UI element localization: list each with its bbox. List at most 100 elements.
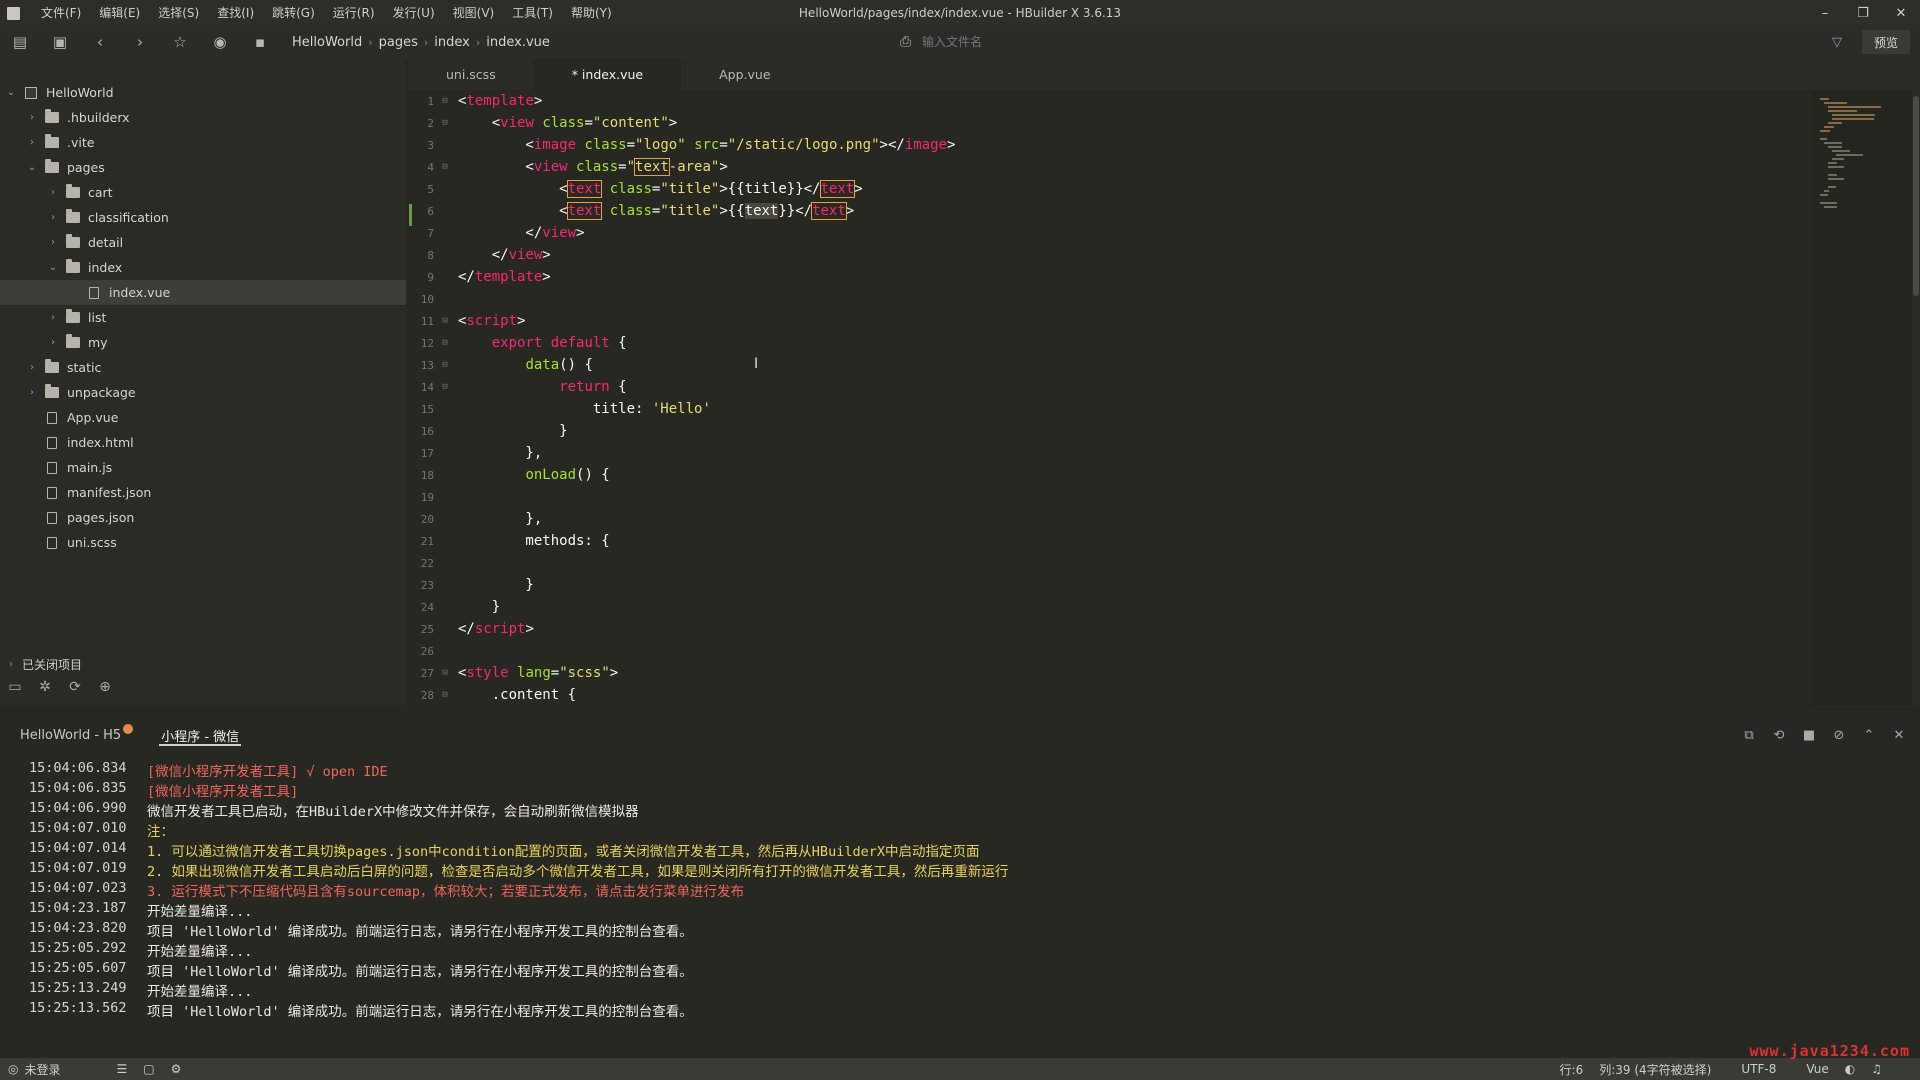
restart-icon[interactable]: ⟲ [1764, 718, 1794, 752]
tree-item[interactable]: main.js [0, 455, 406, 480]
menu-item[interactable]: 帮助(Y) [562, 0, 621, 26]
back-icon[interactable]: ‹ [80, 26, 120, 58]
close-panel-icon[interactable]: ✕ [1884, 718, 1914, 752]
clear-icon[interactable]: ⊘ [1824, 718, 1854, 752]
log-timestamp: 15:25:05.607 [29, 960, 127, 976]
menu-item[interactable]: 文件(F) [32, 0, 90, 26]
fold-icon[interactable]: ⊟ [438, 162, 452, 172]
editor-tab[interactable]: * index.vue [533, 58, 682, 90]
tree-item[interactable]: › list [0, 305, 406, 330]
language-mode[interactable]: Vue [1798, 1062, 1836, 1076]
tree-item[interactable]: › .hbuilderx [0, 105, 406, 130]
tree-item[interactable]: › classification [0, 205, 406, 230]
fold-icon[interactable]: ⊟ [438, 338, 452, 348]
file-search-input[interactable] [922, 35, 1522, 49]
breadcrumb-item[interactable]: HelloWorld [286, 35, 368, 50]
console-tab[interactable]: 小程序 - 微信 [141, 718, 259, 752]
sync-icon[interactable]: ◐ [1837, 1062, 1863, 1076]
close-button[interactable]: ✕ [1882, 0, 1920, 26]
menu-item[interactable]: 跳转(G) [263, 0, 324, 26]
editor-tab[interactable]: App.vue [681, 58, 808, 90]
cursor-row[interactable]: 行:6 [1552, 1061, 1592, 1078]
menu-item[interactable]: 工具(T) [503, 0, 562, 26]
refresh-icon[interactable]: ⟳ [60, 679, 90, 695]
tree-item[interactable]: › cart [0, 180, 406, 205]
code-text: onLoad() { [452, 467, 609, 483]
closed-projects[interactable]: › 已关闭项目 [0, 653, 406, 675]
stop-icon[interactable]: ■ [1794, 718, 1824, 752]
run-icon[interactable]: ◉ [200, 26, 240, 58]
cursor-col[interactable]: 列:39 (4字符被选择) [1591, 1061, 1719, 1078]
tree-item[interactable]: › detail [0, 230, 406, 255]
code-token: " [626, 159, 636, 175]
collapse-icon[interactable]: ⌃ [1854, 718, 1884, 752]
filter-icon[interactable]: ▽ [1822, 26, 1852, 58]
star-icon[interactable]: ☆ [160, 26, 200, 58]
breadcrumb-item[interactable]: index [428, 35, 476, 50]
minimap-line [1820, 202, 1838, 204]
code-token: text [744, 203, 779, 219]
menu-item[interactable]: 查找(I) [208, 0, 263, 26]
preview-button[interactable]: 预览 [1862, 30, 1910, 54]
fold-icon[interactable]: ⊟ [438, 690, 452, 700]
settings-icon[interactable]: ✲ [30, 679, 60, 695]
tree-item[interactable]: › my [0, 330, 406, 355]
fold-icon[interactable]: ⊟ [438, 316, 452, 326]
tree-item[interactable]: › static [0, 355, 406, 380]
menu-item[interactable]: 选择(S) [149, 0, 208, 26]
maximize-button[interactable]: ❐ [1844, 0, 1882, 26]
folder-icon [65, 334, 81, 349]
menu-item[interactable]: 运行(R) [324, 0, 384, 26]
tree-item-label: my [88, 335, 108, 350]
tree-item[interactable]: App.vue [0, 405, 406, 430]
code-token: script [474, 621, 526, 637]
breadcrumb-item[interactable]: pages [373, 35, 424, 50]
fold-icon[interactable]: ⊟ [438, 118, 452, 128]
code-token: text [811, 202, 847, 220]
fold-icon[interactable]: ⊟ [438, 360, 452, 370]
tree-item[interactable]: ⌄ HelloWorld [0, 80, 406, 105]
code-token: class [542, 115, 585, 131]
outline-icon[interactable]: ☰ [109, 1062, 136, 1076]
forward-icon[interactable]: › [120, 26, 160, 58]
tree-item[interactable]: ⌄ pages [0, 155, 406, 180]
bell-icon[interactable]: ♫ [1863, 1062, 1890, 1076]
tree-item[interactable]: ⌄ index [0, 255, 406, 280]
save-icon[interactable]: ▣ [40, 26, 80, 58]
fold-icon[interactable]: ⊟ [438, 668, 452, 678]
editor-scrollbar[interactable] [1912, 90, 1920, 705]
menu-item[interactable]: 发行(U) [384, 0, 444, 26]
code-token: > [946, 137, 956, 153]
line-number: 9 [427, 270, 434, 284]
login-status[interactable]: ◎ 未登录 [0, 1061, 69, 1078]
encoding[interactable]: UTF-8 [1733, 1062, 1784, 1076]
tree-item[interactable]: index.vue [0, 280, 406, 305]
breadcrumb-item[interactable]: index.vue [480, 35, 556, 50]
tree-item[interactable]: › unpackage [0, 380, 406, 405]
tree-item[interactable]: index.html [0, 430, 406, 455]
tree-item[interactable]: › .vite [0, 130, 406, 155]
terminal-icon[interactable]: ▢ [135, 1062, 162, 1076]
minimap[interactable] [1812, 90, 1912, 705]
menu-item[interactable]: 编辑(E) [90, 0, 149, 26]
code-editor[interactable]: 1 ⊟ <template> 2 ⊟ <view class="content"> 3 <… [408, 90, 1812, 705]
scrollbar-thumb[interactable] [1913, 96, 1919, 296]
fold-icon[interactable]: ⊟ [438, 96, 452, 106]
file-icon [44, 436, 60, 449]
tree-item[interactable]: manifest.json [0, 480, 406, 505]
fold-icon[interactable]: ⊟ [438, 382, 452, 392]
new-file-icon[interactable]: ▤ [0, 26, 40, 58]
plugin-icon[interactable]: ⚙ [163, 1062, 190, 1076]
globe-icon[interactable]: ⊕ [90, 679, 120, 695]
open-external-icon[interactable]: ⧉ [1734, 718, 1764, 752]
chevron-right-icon: › [30, 112, 34, 123]
tree-item[interactable]: pages.json [0, 505, 406, 530]
minimize-button[interactable]: – [1806, 0, 1844, 26]
tree-item[interactable]: uni.scss [0, 530, 406, 555]
folder-icon[interactable]: ▭ [0, 679, 30, 695]
editor-tab[interactable]: uni.scss [408, 58, 534, 90]
console-tab[interactable]: HelloWorld - H5 [0, 718, 141, 752]
line-number: 10 [420, 292, 434, 306]
window-controls: – ❐ ✕ [1806, 0, 1920, 26]
menu-item[interactable]: 视图(V) [444, 0, 504, 26]
